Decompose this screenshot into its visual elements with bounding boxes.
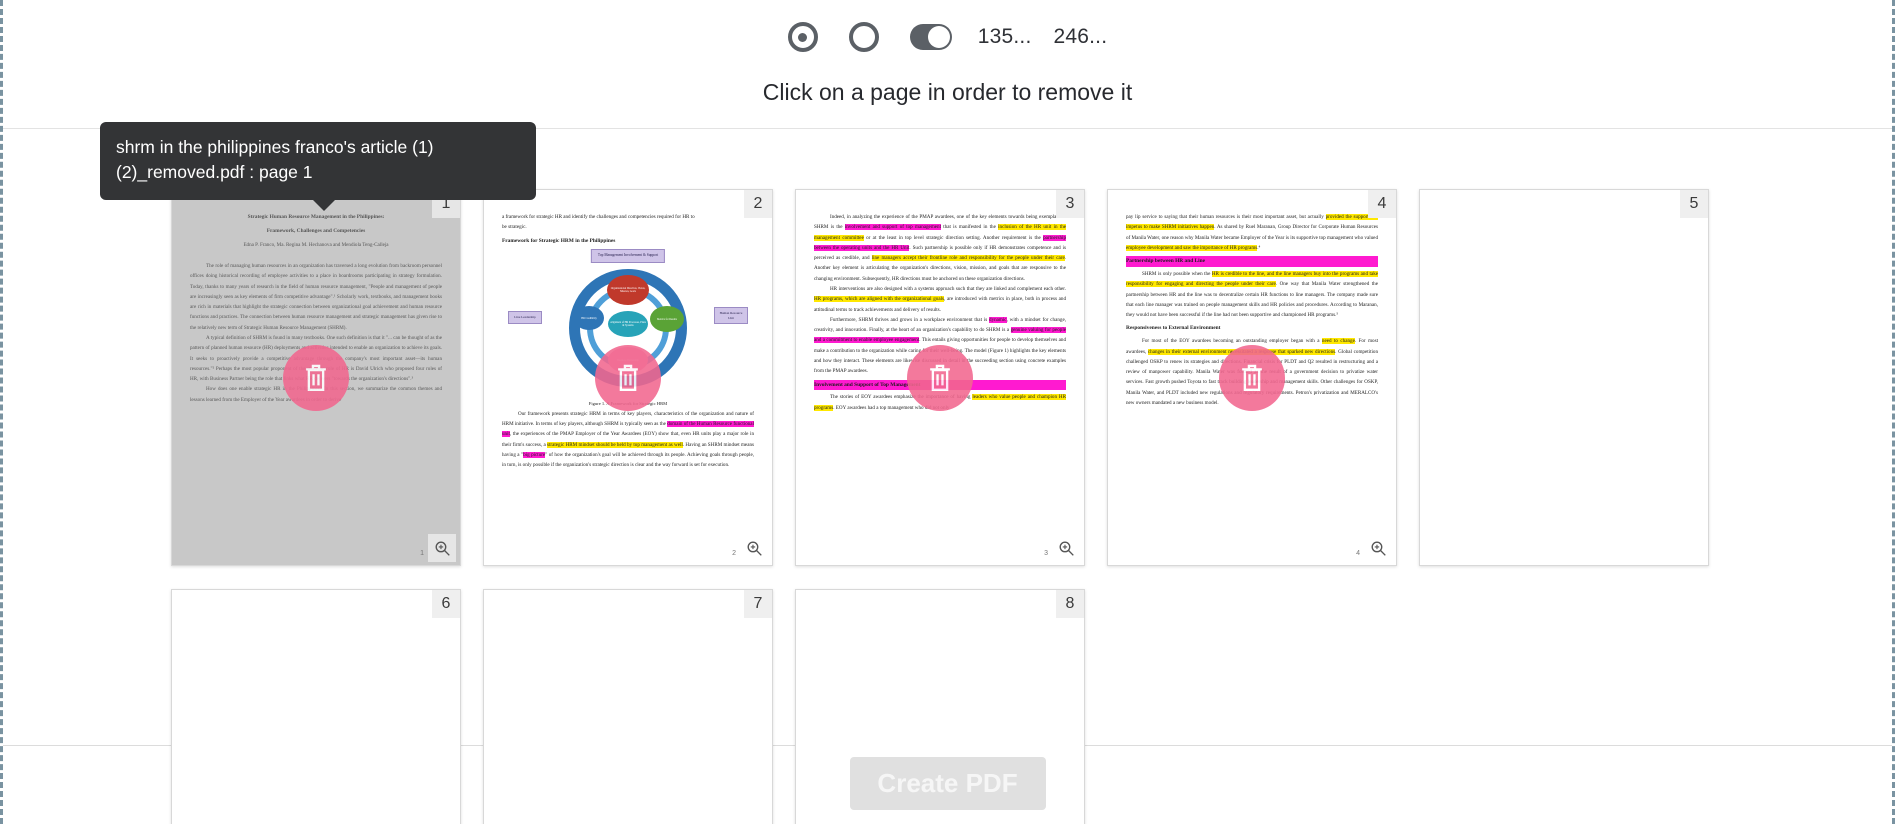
diagram-label-hr-unit: Human Resource Unit — [714, 307, 748, 324]
page4-paragraph-2: SHRM is only possible when the HR is cre… — [1126, 271, 1378, 319]
page4-heading-1: Partnership between HR and Line — [1126, 256, 1378, 268]
page-number-badge: 5 — [1680, 190, 1708, 218]
page3-paragraph-2: HR interventions are also designed with … — [814, 285, 1067, 313]
magnify-plus-icon[interactable] — [1052, 534, 1080, 562]
page4-paragraph-1: pay lip service to saying that their hum… — [1126, 214, 1378, 251]
magnify-plus-icon[interactable] — [428, 534, 456, 562]
tooltip-arrow — [312, 198, 336, 211]
page1-title-line2: Framework, Challenges and Competencies — [266, 227, 366, 234]
trash-icon[interactable] — [595, 344, 661, 411]
page-footer-number: 2 — [732, 550, 736, 557]
toggle-knob — [927, 26, 950, 48]
page-number-badge: 7 — [744, 590, 772, 618]
magnify-plus-icon[interactable] — [740, 534, 768, 562]
page-thumbnail-3[interactable]: Indeed, in analyzing the experience of t… — [795, 189, 1085, 566]
page-footer-number: 1 — [420, 550, 424, 557]
trash-icon[interactable] — [1219, 344, 1285, 411]
page1-authors: Edna P. Franco, Ma. Regina M. Hechanova … — [243, 241, 389, 248]
page-footer-number: 4 — [1356, 550, 1360, 557]
diagram-node-org-direction: Organizational Direction, Vision, Missio… — [607, 275, 649, 306]
page-thumbnail-7[interactable]: 7 — [483, 589, 773, 824]
tooltip-line-2: (2)_removed.pdf : page 1 — [116, 162, 313, 183]
tooltip-line-1: shrm in the philippines franco's article… — [116, 137, 434, 157]
page-number-badge: 4 — [1368, 190, 1396, 218]
trash-icon[interactable] — [907, 344, 973, 411]
radio-unselected[interactable] — [848, 22, 879, 52]
page2-intro-line2: be strategic. — [502, 224, 527, 231]
page-number-badge: 2 — [744, 190, 772, 218]
magnify-plus-icon[interactable] — [1364, 534, 1392, 562]
page-number-badge: 6 — [432, 590, 460, 618]
radio-selected-dot — [798, 32, 808, 42]
page4-heading-2: Responsiveness to External Environment — [1126, 325, 1221, 332]
page-thumbnail-1[interactable]: Strategic Human Resource Management in t… — [171, 189, 461, 566]
create-pdf-button[interactable]: Create PDF — [849, 757, 1046, 810]
page1-title-line1: Strategic Human Resource Management in t… — [247, 214, 385, 220]
range-start-label: 135... — [977, 25, 1032, 48]
page2-intro-line1: a framework for strategic HR and identif… — [502, 214, 695, 220]
page-thumbnail-6[interactable]: 6 — [171, 589, 461, 824]
toggle-switch[interactable] — [909, 24, 952, 50]
radio-selected[interactable] — [787, 22, 818, 52]
page-thumbnail-5[interactable]: 5 — [1419, 189, 1709, 566]
view-mode-toolbar: 135... 246... — [3, 22, 1892, 52]
diagram-node-alignment: Alignment of HR Processes, Plans & Syste… — [608, 311, 648, 338]
diagram-top-label: Top Management Involvement & Support — [590, 249, 666, 263]
pdf-page-organizer-app: 135... 246... Click on a page in order t… — [0, 0, 1895, 824]
page2-heading: Framework for Strategic HRM in the Phili… — [502, 237, 616, 244]
instruction-text: Click on a page in order to remove it — [762, 79, 1133, 105]
trash-icon[interactable] — [283, 344, 349, 411]
page3-paragraph-1: Indeed, in analyzing the experience of t… — [814, 214, 1067, 282]
page-thumbnail-4[interactable]: pay lip service to saying that their hum… — [1107, 189, 1397, 566]
page-tooltip: shrm in the philippines franco's article… — [100, 122, 536, 211]
diagram-label-line-leadership: Line Leadership — [508, 311, 542, 324]
page-thumbnail-2[interactable]: a framework for strategic HR and identif… — [483, 189, 773, 566]
page-footer-number: 3 — [1044, 550, 1048, 557]
page1-paragraph-1: The role of managing human resources in … — [190, 262, 442, 331]
page-number-badge: 8 — [1056, 590, 1084, 618]
page-thumbnail-grid: Strategic Human Resource Management in t… — [171, 189, 1771, 824]
page2-paragraph-1: Our framework presents strategic HRM in … — [502, 410, 754, 469]
page-number-badge: 3 — [1056, 190, 1084, 218]
range-end-label: 246... — [1053, 25, 1108, 48]
